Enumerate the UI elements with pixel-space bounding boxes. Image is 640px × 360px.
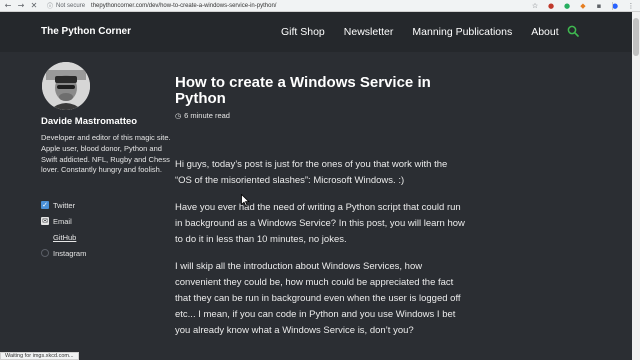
- status-bar: Waiting for imgs.xkcd.com...: [0, 352, 79, 360]
- social-instagram[interactable]: Instagram: [41, 245, 86, 261]
- reload-icon[interactable]: ✕: [29, 1, 39, 11]
- nav-about[interactable]: About: [531, 26, 558, 38]
- social-email-label[interactable]: Email: [53, 217, 72, 226]
- clock-icon: ◷: [175, 111, 182, 120]
- twitter-icon: ✓: [41, 201, 49, 209]
- social-email[interactable]: ✉ Email: [41, 213, 86, 229]
- article-title: How to create a Windows Service in Pytho…: [175, 74, 431, 107]
- extension-icon[interactable]: ●: [546, 1, 556, 11]
- extension-icon[interactable]: ▪: [594, 1, 604, 11]
- nav-newsletter[interactable]: Newsletter: [344, 26, 394, 38]
- read-time-label: 6 minute read: [184, 111, 230, 120]
- search-icon[interactable]: [567, 25, 579, 37]
- social-github-label[interactable]: GitHub: [53, 233, 76, 242]
- article-paragraph: Have you ever had the need of writing a …: [175, 202, 465, 245]
- email-icon: ✉: [41, 217, 49, 225]
- back-arrow-icon[interactable]: ←: [3, 1, 13, 11]
- security-indicator[interactable]: ⓘ Not secure: [47, 1, 86, 11]
- page-scrollbar[interactable]: [632, 12, 640, 360]
- scrollbar-thumb[interactable]: [633, 18, 639, 56]
- social-twitter-label[interactable]: Twitter: [53, 201, 75, 210]
- author-photo: [42, 62, 90, 110]
- main-nav: Gift Shop Newsletter Manning Publication…: [281, 26, 578, 38]
- info-icon: ⓘ: [47, 3, 54, 10]
- star-icon[interactable]: ☆: [530, 1, 540, 11]
- site-brand[interactable]: The Python Corner: [41, 26, 131, 37]
- menu-icon[interactable]: ⋮: [626, 1, 636, 11]
- author-bio: Developer and editor of this magic site.…: [41, 133, 171, 175]
- forward-arrow-icon[interactable]: →: [16, 1, 26, 11]
- instagram-icon: [41, 249, 49, 257]
- nav-gift-shop[interactable]: Gift Shop: [281, 26, 325, 38]
- avatar: [42, 62, 90, 110]
- extension-icons: ☆ ● ● ◆ ▪ ● ⋮: [524, 1, 636, 11]
- extension-icon[interactable]: ◆: [578, 1, 588, 11]
- social-instagram-label[interactable]: Instagram: [53, 249, 86, 258]
- nav-manning-publications[interactable]: Manning Publications: [412, 26, 512, 38]
- social-links: ✓ Twitter ✉ Email GitHub Instagram: [41, 197, 86, 261]
- browser-toolbar: ← → ✕ ⓘ Not secure thepythoncorner.com/d…: [0, 0, 640, 12]
- toolbar-divider: [612, 2, 613, 10]
- github-icon: [41, 233, 49, 241]
- article-paragraph: I will skip all the introduction about W…: [175, 261, 461, 336]
- site-header: The Python Corner Gift Shop Newsletter M…: [0, 12, 632, 52]
- address-bar[interactable]: thepythoncorner.com/dev/how-to-create-a-…: [91, 3, 276, 9]
- security-label: Not secure: [56, 2, 86, 9]
- read-time: ◷ 6 minute read: [175, 111, 230, 120]
- article-body: Hi guys, today’s post is just for the on…: [175, 157, 465, 350]
- social-twitter[interactable]: ✓ Twitter: [41, 197, 86, 213]
- social-github[interactable]: GitHub: [41, 229, 86, 245]
- author-name: Davide Mastromatteo: [41, 116, 138, 127]
- mouse-cursor-icon: [241, 194, 250, 207]
- article-paragraph: Hi guys, today’s post is just for the on…: [175, 159, 448, 186]
- extension-icon[interactable]: ●: [562, 1, 572, 11]
